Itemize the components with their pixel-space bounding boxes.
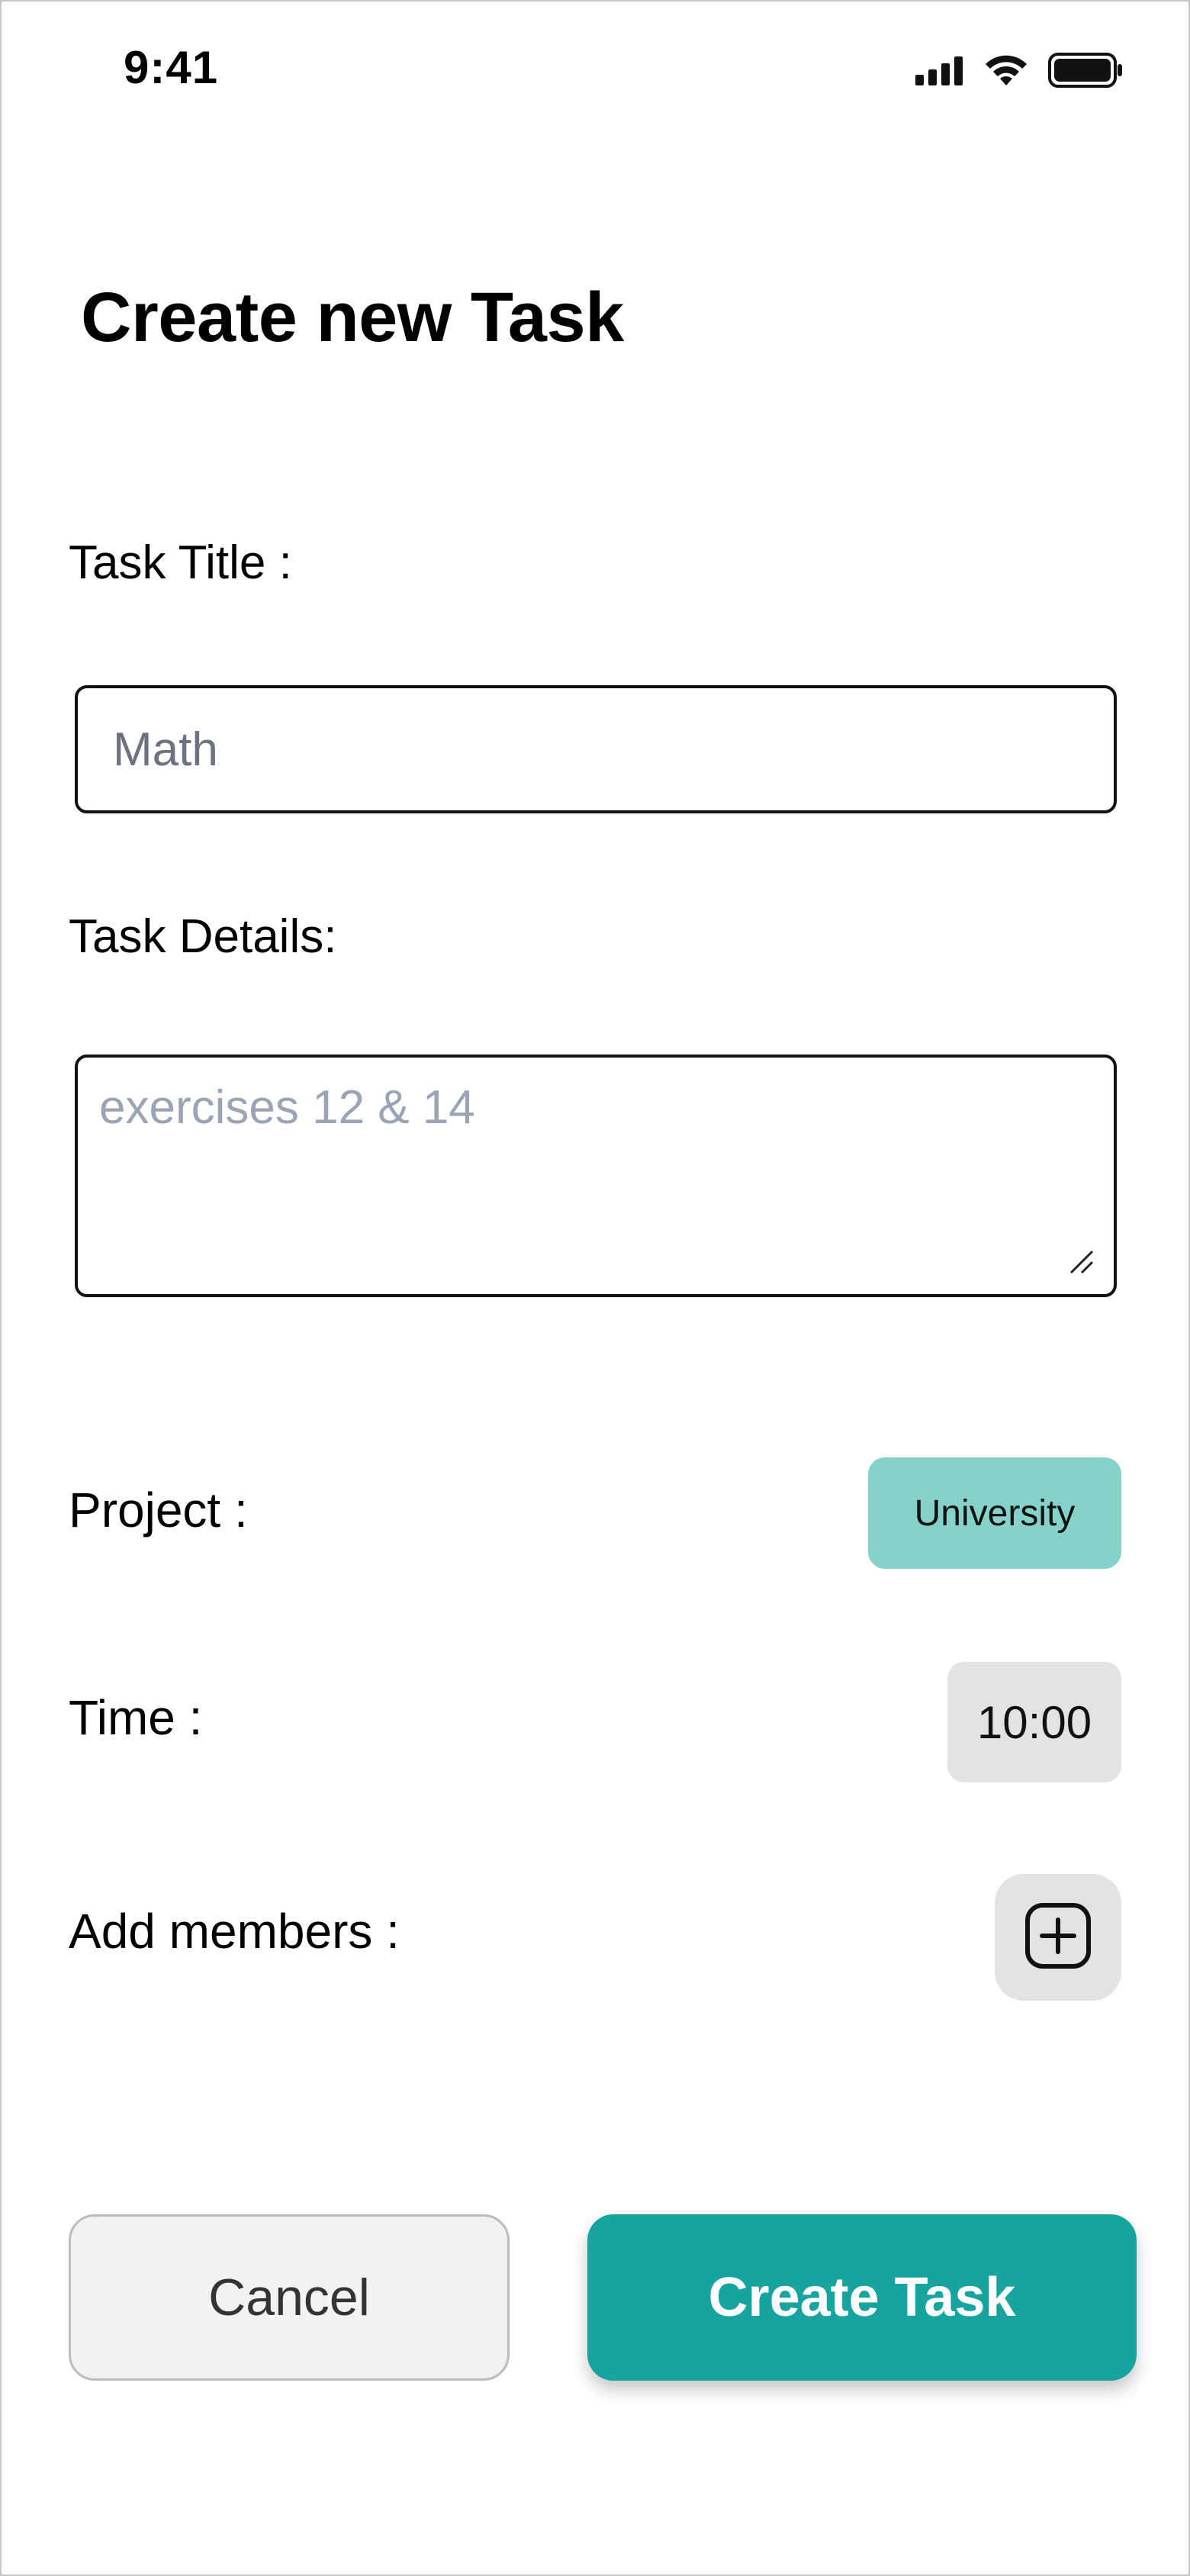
task-details-textarea[interactable] (75, 1055, 1117, 1297)
task-title-label: Task Title : (69, 536, 292, 589)
create-task-button[interactable]: Create Task (587, 2214, 1137, 2381)
cancel-button[interactable]: Cancel (69, 2214, 510, 2381)
add-member-button[interactable] (995, 1874, 1121, 2001)
project-label: Project : (69, 1483, 248, 1538)
status-icons (915, 52, 1124, 92)
add-members-label: Add members : (69, 1904, 400, 1959)
battery-icon (1048, 52, 1124, 92)
wifi-icon (984, 53, 1028, 91)
plus-square-icon (1024, 1901, 1092, 1974)
phone-screen: 9:41 Create new Task Task Title: Math T… (0, 0, 1190, 2576)
resize-handle-icon[interactable] (1068, 1248, 1094, 1274)
page-title: Create new Task (81, 279, 624, 356)
time-picker[interactable]: 10:00 (947, 1662, 1121, 1782)
cellular-signal-icon (915, 55, 964, 89)
time-label: Time : (69, 1690, 203, 1745)
task-details-label: Task Details: (69, 910, 337, 963)
project-selector[interactable]: University (868, 1457, 1121, 1569)
task-details-container (75, 1055, 1117, 1297)
status-time: 9:41 (124, 42, 219, 93)
task-title-input[interactable] (75, 685, 1117, 813)
